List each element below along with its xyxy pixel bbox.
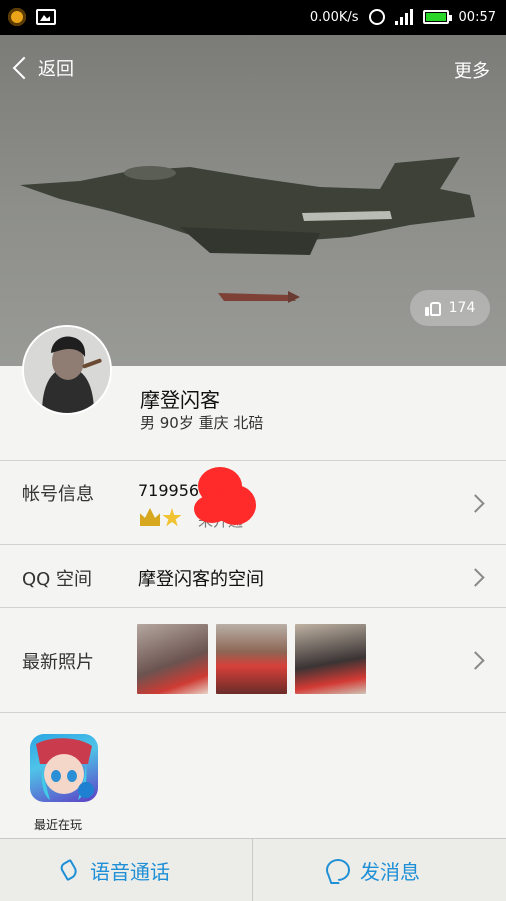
photos-label: 最新照片 [22, 652, 94, 673]
status-bar: 0.00K/s 00:57 [0, 0, 506, 35]
avatar-photo [24, 327, 110, 413]
voice-call-label: 语音通话 [90, 859, 170, 884]
recent-game-icon[interactable] [30, 734, 98, 802]
avatar[interactable] [22, 325, 112, 415]
chevron-right-icon [466, 494, 485, 513]
back-button[interactable]: 返回 [10, 55, 74, 81]
photo-strip [137, 624, 366, 694]
game-character-art [36, 738, 94, 800]
redaction-mark [194, 495, 230, 523]
photo-thumbnail[interactable] [295, 624, 366, 694]
profile-name: 摩登闪客 [140, 388, 220, 412]
qzone-value: 摩登闪客的空间 [138, 569, 264, 590]
thumbs-up-icon [424, 300, 441, 316]
bottom-action-bar: 语音通话 发消息 [0, 838, 506, 901]
like-button[interactable]: 174 [410, 290, 490, 326]
profile-info: 男 90岁 重庆 北碚 [140, 414, 264, 432]
fighter-jet-image [20, 157, 475, 303]
send-message-label: 发消息 [360, 859, 420, 884]
divider [252, 839, 253, 901]
signal-icon [394, 9, 413, 25]
network-speed: 0.00K/s [309, 9, 359, 25]
sun-icon [8, 8, 26, 26]
send-message-button[interactable]: 发消息 [326, 839, 420, 901]
photo-thumbnail[interactable] [137, 624, 208, 694]
chat-bubble-icon [326, 859, 350, 881]
alarm-icon [368, 9, 385, 25]
more-button[interactable]: 更多 [454, 57, 490, 83]
chevron-right-icon [466, 651, 485, 670]
divider [0, 712, 506, 713]
battery-icon [422, 10, 452, 24]
clock: 00:57 [458, 9, 496, 25]
gallery-icon [36, 9, 56, 25]
chevron-left-icon [12, 56, 36, 80]
voice-call-button[interactable]: 语音通话 [60, 839, 170, 901]
star-icon [162, 508, 182, 527]
qzone-label: QQ 空间 [22, 569, 93, 590]
qzone-row[interactable]: QQ 空间 摩登闪客的空间 [0, 545, 506, 607]
account-row[interactable]: 帐号信息 7199564 未开通 [0, 461, 506, 544]
phone-icon [60, 860, 80, 880]
account-label: 帐号信息 [22, 484, 94, 505]
profile-cover: 返回 更多 174 [0, 35, 506, 366]
back-label: 返回 [38, 59, 74, 80]
vip-badges [140, 508, 182, 528]
photo-thumbnail[interactable] [216, 624, 287, 694]
crown-icon [140, 508, 160, 526]
like-count: 174 [448, 300, 476, 316]
chevron-right-icon [466, 568, 485, 587]
recent-label: 最近在玩 [34, 818, 83, 832]
